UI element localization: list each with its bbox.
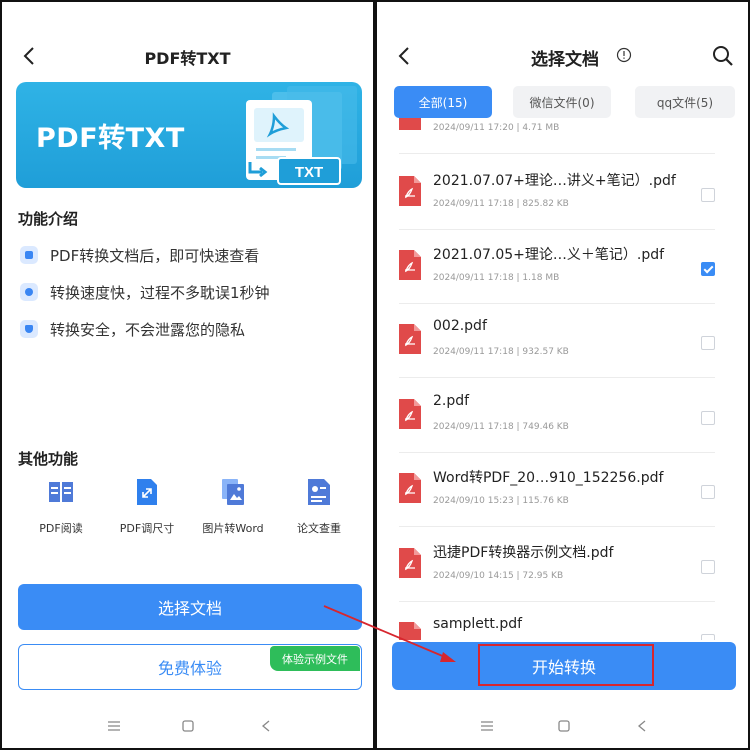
pdf-file-icon bbox=[399, 399, 421, 429]
file-meta: 2024/09/10 15:23 | 115.76 KB bbox=[433, 496, 569, 506]
home-square-icon bbox=[558, 720, 570, 732]
home-nav-button[interactable] bbox=[554, 716, 574, 736]
page-title: 选择文档 bbox=[531, 50, 599, 70]
list-item[interactable]: 002.pdf 2024/09/11 17:18 | 932.57 KB bbox=[399, 304, 715, 378]
document-convert-icon: TXT bbox=[246, 86, 357, 185]
function-pdf-resize[interactable]: PDF调尺寸 bbox=[104, 478, 190, 536]
file-name: 2021.07.07+理论…讲义+笔记）.pdf bbox=[433, 173, 676, 189]
file-name: 2021.07.05+理论…义＋笔记）.pdf bbox=[433, 247, 665, 263]
system-nav-bar bbox=[377, 704, 748, 748]
file-name: 2.pdf bbox=[433, 393, 470, 409]
list-item[interactable]: samplett.pdf bbox=[399, 602, 715, 640]
list-item[interactable]: 2021.07.05+理论…义＋笔记）.pdf 2024/09/11 17:18… bbox=[399, 230, 715, 304]
function-label: PDF阅读 bbox=[39, 522, 83, 535]
back-triangle-icon bbox=[261, 720, 270, 732]
file-checkbox[interactable] bbox=[701, 560, 715, 574]
image-to-word-icon bbox=[222, 479, 244, 505]
file-list[interactable]: 2024/09/11 17:20 | 4.71 MB 2021.07.07+理论… bbox=[377, 118, 748, 640]
list-item[interactable]: 迅捷PDF转换器示例文档.pdf 2024/09/10 14:15 | 72.9… bbox=[399, 528, 715, 602]
search-icon[interactable] bbox=[711, 44, 735, 68]
file-name: samplett.pdf bbox=[433, 616, 523, 632]
menu-nav-button[interactable] bbox=[477, 716, 497, 736]
menu-nav-button[interactable] bbox=[104, 716, 124, 736]
list-item[interactable]: 2.pdf 2024/09/11 17:18 | 749.46 KB bbox=[399, 379, 715, 453]
id-card-icon bbox=[308, 479, 330, 505]
header: PDF转TXT bbox=[2, 36, 373, 76]
banner: PDF转TXT TXT bbox=[16, 82, 362, 188]
feature-label: 转换速度快，过程不多耽误1秒钟 bbox=[50, 283, 270, 302]
file-checkbox[interactable] bbox=[701, 411, 715, 425]
select-document-button[interactable]: 选择文档 bbox=[18, 584, 362, 630]
annotation-highlight-box bbox=[478, 644, 654, 686]
pdf-file-icon bbox=[399, 118, 421, 130]
feature-label: PDF转换文档后，即可快速查看 bbox=[50, 246, 260, 265]
right-phone-screen: 选择文档 全部(15) 微信文件(0) qq文件(5) 2024/09/11 1… bbox=[375, 0, 750, 750]
system-nav-bar bbox=[2, 704, 373, 748]
features-title: 功能介绍 bbox=[18, 210, 79, 228]
feature-item: PDF转换文档后，即可快速查看 bbox=[20, 244, 259, 266]
pdf-file-icon bbox=[399, 473, 421, 503]
menu-icon bbox=[481, 721, 493, 731]
function-label: 论文查重 bbox=[297, 522, 341, 535]
function-image-to-word[interactable]: 图片转Word bbox=[190, 478, 276, 536]
back-nav-button[interactable] bbox=[256, 716, 276, 736]
file-meta: 2024/09/11 17:18 | 932.57 KB bbox=[433, 347, 569, 357]
back-nav-button[interactable] bbox=[632, 716, 652, 736]
home-nav-button[interactable] bbox=[178, 716, 198, 736]
document-icon bbox=[20, 246, 38, 264]
list-item[interactable]: 2021.07.07+理论…讲义+笔记）.pdf 2024/09/11 17:1… bbox=[399, 156, 715, 230]
tab-wechat[interactable]: 微信文件(0) bbox=[513, 86, 611, 118]
speed-icon bbox=[20, 283, 38, 301]
menu-icon bbox=[108, 721, 120, 731]
file-checkbox[interactable] bbox=[701, 188, 715, 202]
feature-item: 转换速度快，过程不多耽误1秒钟 bbox=[20, 281, 270, 303]
function-label: PDF调尺寸 bbox=[119, 522, 175, 535]
file-checkbox[interactable] bbox=[701, 634, 715, 640]
pdf-file-icon bbox=[399, 250, 421, 280]
function-pdf-read[interactable]: PDF阅读 bbox=[18, 478, 104, 536]
file-meta: 2024/09/11 17:18 | 825.82 KB bbox=[433, 199, 569, 209]
file-name: 002.pdf bbox=[433, 318, 487, 334]
tab-qq[interactable]: qq文件(5) bbox=[635, 86, 735, 118]
tab-all[interactable]: 全部(15) bbox=[394, 86, 492, 118]
sample-file-badge[interactable]: 体验示例文件 bbox=[270, 646, 360, 671]
file-name: 迅捷PDF转换器示例文档.pdf bbox=[433, 545, 614, 561]
file-meta: 2024/09/11 17:20 | 4.71 MB bbox=[433, 123, 560, 133]
pdf-file-icon bbox=[399, 548, 421, 578]
back-triangle-icon bbox=[637, 720, 646, 732]
resize-icon bbox=[137, 479, 157, 505]
file-meta: 2024/09/11 17:18 | 749.46 KB bbox=[433, 422, 569, 432]
header: 选择文档 bbox=[377, 36, 748, 76]
shield-icon bbox=[20, 320, 38, 338]
other-functions-title: 其他功能 bbox=[18, 450, 79, 468]
list-item[interactable]: 2024/09/11 17:20 | 4.71 MB bbox=[399, 118, 715, 154]
file-meta: 2024/09/11 17:18 | 1.18 MB bbox=[433, 273, 560, 283]
list-item[interactable]: Word转PDF_20…910_152256.pdf 2024/09/10 15… bbox=[399, 453, 715, 527]
file-checkbox[interactable] bbox=[701, 485, 715, 499]
back-button[interactable] bbox=[391, 42, 419, 70]
home-square-icon bbox=[182, 720, 194, 732]
file-meta: 2024/09/10 14:15 | 72.95 KB bbox=[433, 571, 564, 581]
pdf-file-icon bbox=[399, 324, 421, 354]
file-checkbox-checked[interactable] bbox=[701, 262, 715, 276]
feature-label: 转换安全，不会泄露您的隐私 bbox=[50, 320, 246, 339]
banner-title: PDF转TXT bbox=[36, 123, 185, 154]
file-checkbox[interactable] bbox=[701, 336, 715, 350]
chevron-left-icon bbox=[398, 47, 409, 65]
function-paper-check[interactable]: 论文查重 bbox=[276, 478, 362, 536]
feature-item: 转换安全，不会泄露您的隐私 bbox=[20, 318, 245, 340]
page-title: PDF转TXT bbox=[144, 49, 231, 68]
pdf-file-icon bbox=[399, 176, 421, 206]
function-label: 图片转Word bbox=[202, 522, 264, 535]
info-icon[interactable] bbox=[616, 47, 632, 63]
left-phone-screen: PDF转TXT PDF转TXT TXT 功能介绍 PDF转换文档后，即可快速查看… bbox=[0, 0, 375, 750]
file-name: Word转PDF_20…910_152256.pdf bbox=[433, 470, 664, 486]
pdf-file-icon bbox=[399, 622, 421, 640]
book-icon bbox=[49, 482, 73, 502]
banner-tag: TXT bbox=[295, 164, 323, 181]
